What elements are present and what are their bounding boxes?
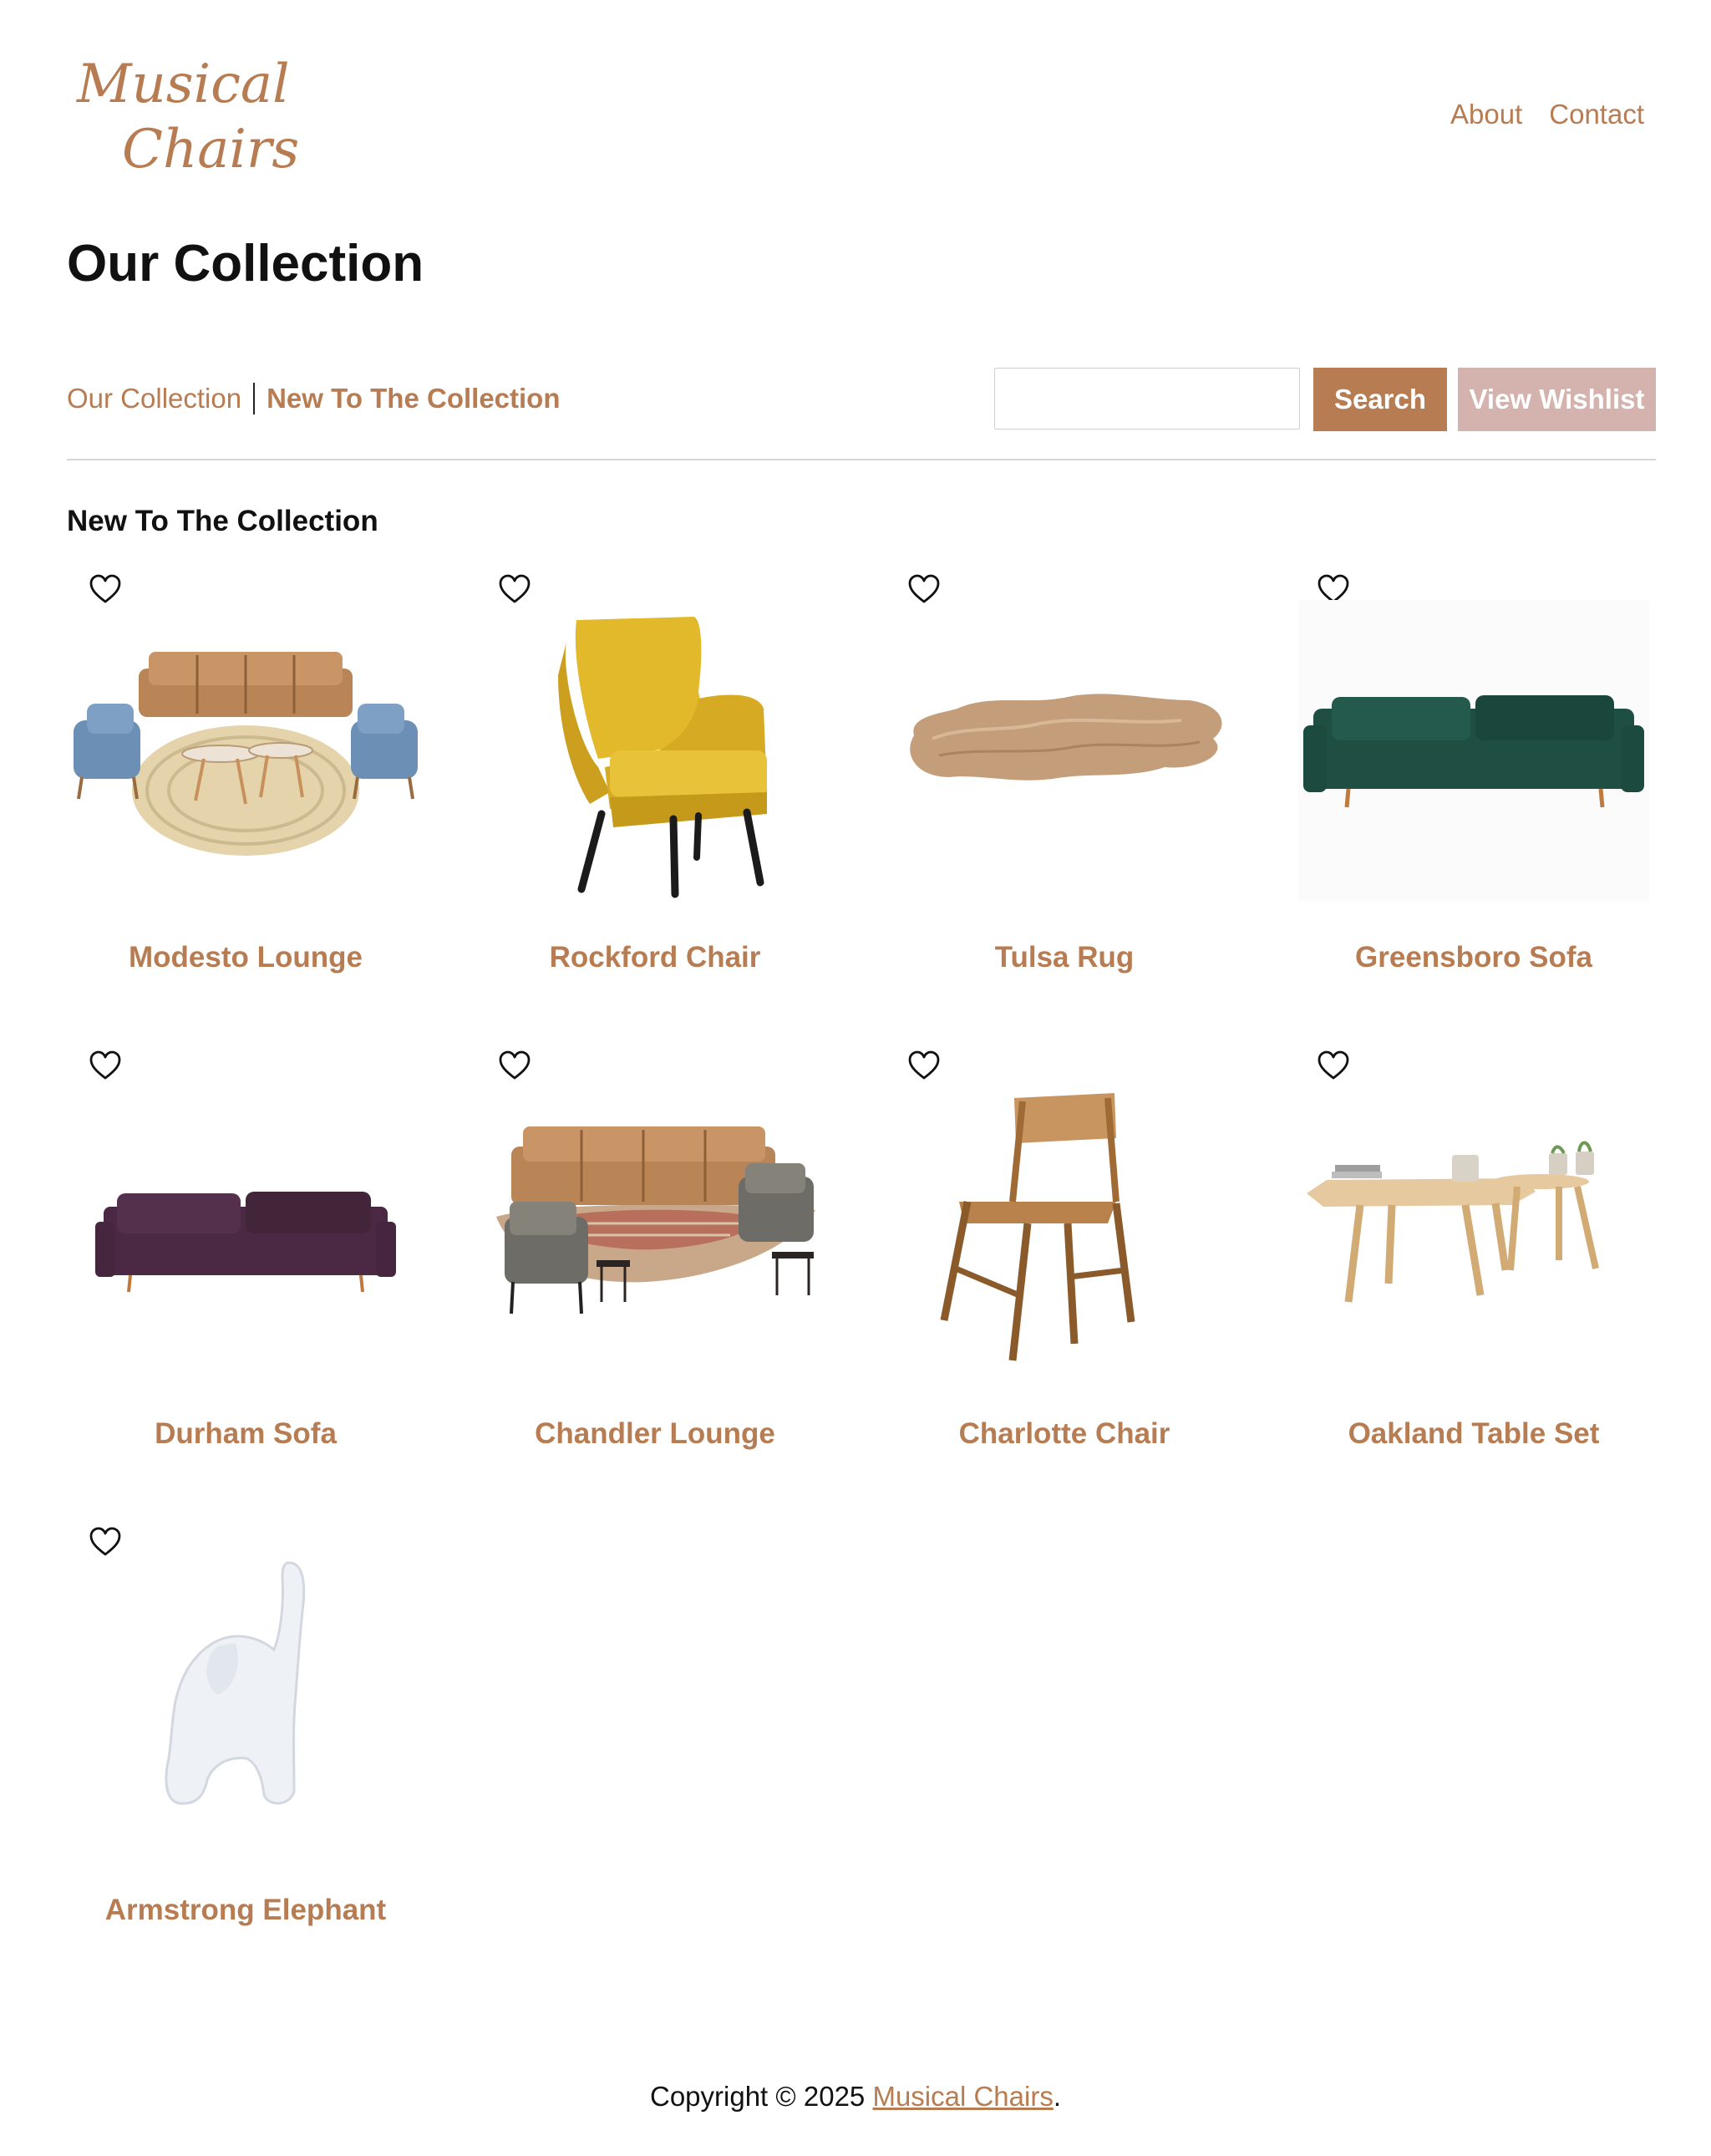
search-button[interactable]: Search: [1313, 368, 1447, 431]
product-card[interactable]: Charlotte Chair: [889, 1043, 1240, 1477]
product-name[interactable]: Modesto Lounge: [70, 941, 421, 974]
product-name[interactable]: Durham Sofa: [70, 1417, 421, 1451]
product-name[interactable]: Tulsa Rug: [889, 941, 1240, 974]
lounge-set-image[interactable]: [70, 600, 421, 901]
product-card[interactable]: Oakland Table Set: [1298, 1043, 1649, 1477]
footer: Copyright © 2025 Musical Chairs.: [0, 2081, 1711, 2113]
product-card[interactable]: Modesto Lounge: [70, 567, 421, 1001]
filter-our-collection[interactable]: Our Collection: [67, 383, 241, 414]
collection-filters: Our Collection New To The Collection: [67, 383, 561, 414]
musical-chairs-logo[interactable]: Musical Chairs: [70, 50, 304, 184]
logo-line-2: Chairs: [122, 119, 299, 181]
copyright-period: .: [1053, 2081, 1062, 2112]
search-input[interactable]: [994, 368, 1300, 430]
footer-site-link[interactable]: Musical Chairs: [872, 2081, 1053, 2112]
armchair-image[interactable]: [480, 600, 830, 901]
product-name[interactable]: Greensboro Sofa: [1298, 941, 1649, 974]
elephant-figurine-image[interactable]: [70, 1553, 421, 1853]
lounge-set-image[interactable]: [480, 1076, 830, 1377]
product-card[interactable]: Greensboro Sofa: [1298, 567, 1649, 1001]
divider: [67, 459, 1656, 460]
view-wishlist-button[interactable]: View Wishlist: [1458, 368, 1656, 431]
section-title: New To The Collection: [67, 505, 378, 537]
sofa-image[interactable]: [70, 1076, 421, 1377]
sofa-image[interactable]: [1298, 600, 1649, 901]
nav-about-link[interactable]: About: [1450, 99, 1522, 130]
product-name[interactable]: Chandler Lounge: [480, 1417, 830, 1451]
wooden-chair-image[interactable]: [889, 1076, 1240, 1377]
nav-contact-link[interactable]: Contact: [1549, 99, 1644, 130]
copyright-text: Copyright © 2025: [649, 2081, 873, 2112]
rug-image[interactable]: [889, 600, 1240, 901]
top-nav: About Contact: [1450, 99, 1644, 130]
product-card[interactable]: Durham Sofa: [70, 1043, 421, 1477]
product-card[interactable]: Chandler Lounge: [480, 1043, 830, 1477]
table-set-image[interactable]: [1298, 1076, 1649, 1377]
filter-separator: [253, 383, 256, 414]
product-name[interactable]: Armstrong Elephant: [70, 1894, 421, 1927]
product-card[interactable]: Armstrong Elephant: [70, 1519, 421, 1954]
product-name[interactable]: Rockford Chair: [480, 941, 830, 974]
product-name[interactable]: Oakland Table Set: [1298, 1417, 1649, 1451]
filter-new-to-collection[interactable]: New To The Collection: [267, 383, 560, 414]
product-card[interactable]: Tulsa Rug: [889, 567, 1240, 1001]
page-title: Our Collection: [67, 235, 424, 292]
logo-line-1: Musical: [76, 53, 290, 115]
product-card[interactable]: Rockford Chair: [480, 567, 830, 1001]
product-name[interactable]: Charlotte Chair: [889, 1417, 1240, 1451]
